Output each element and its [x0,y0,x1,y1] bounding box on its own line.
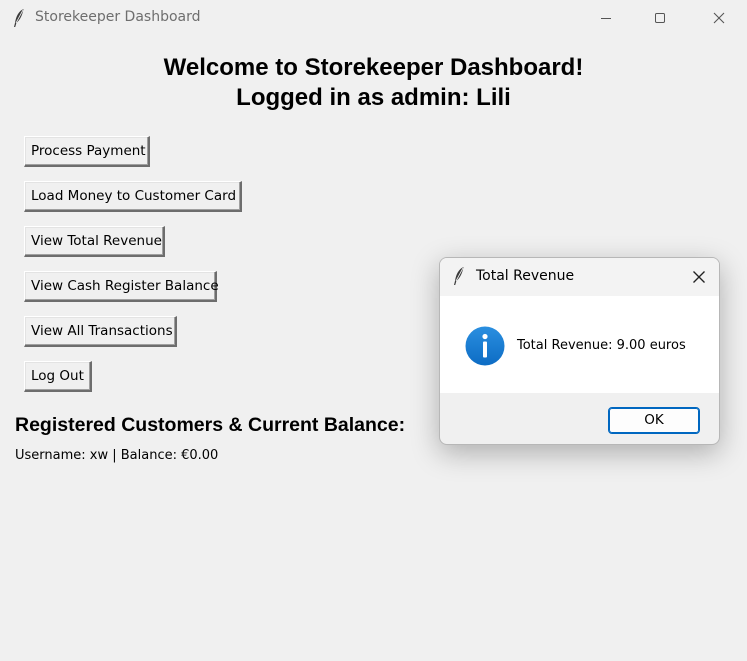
dialog-title: Total Revenue [476,268,575,284]
close-button[interactable] [696,0,742,36]
dialog-body: Total Revenue: 9.00 euros [440,296,719,393]
customer-entry: Username: xw | Balance: €0.00 [15,448,219,463]
process-payment-button[interactable]: Process Payment [24,136,150,167]
title-bar: Storekeeper Dashboard [0,0,747,36]
minimize-button[interactable] [583,0,629,36]
log-out-button[interactable]: Log Out [24,361,92,392]
view-all-transactions-button[interactable]: View All Transactions [24,316,177,347]
maximize-button[interactable] [637,0,683,36]
dialog-close-button[interactable] [684,262,714,292]
total-revenue-dialog: Total Revenue Total Revenue: 9.00 euros … [439,257,720,445]
load-money-button[interactable]: Load Money to Customer Card [24,181,242,212]
welcome-heading: Welcome to Storekeeper Dashboard! [163,54,584,81]
customers-section-title: Registered Customers & Current Balance: [15,414,406,436]
dialog-message: Total Revenue: 9.00 euros [517,338,686,353]
view-total-revenue-button[interactable]: View Total Revenue [24,226,165,257]
feather-app-icon [454,267,464,285]
close-icon [693,271,705,283]
ok-button[interactable]: OK [608,407,700,434]
dialog-title-bar: Total Revenue [440,258,719,296]
info-icon [465,326,505,366]
feather-app-icon [14,9,24,27]
minimize-icon [601,18,611,19]
close-icon [713,12,725,24]
maximize-icon [655,13,665,23]
window-title: Storekeeper Dashboard [35,9,201,25]
logged-in-heading: Logged in as admin: Lili [236,84,511,111]
view-cash-register-balance-button[interactable]: View Cash Register Balance [24,271,219,302]
